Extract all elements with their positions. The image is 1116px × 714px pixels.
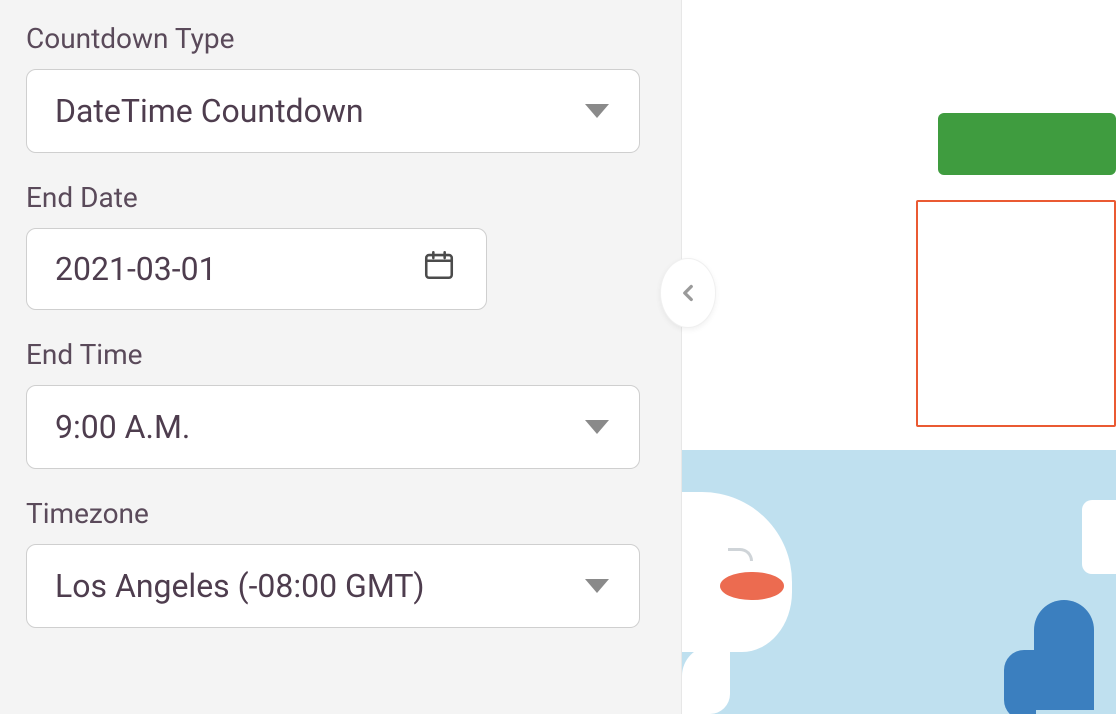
label-countdown-type: Countdown Type xyxy=(26,22,655,55)
timezone-select[interactable]: Los Angeles (-08:00 GMT) xyxy=(26,544,640,628)
illustration-character-body xyxy=(682,646,730,714)
field-timezone: Timezone Los Angeles (-08:00 GMT) xyxy=(26,497,655,628)
calendar-icon xyxy=(422,248,456,290)
chevron-down-icon xyxy=(585,420,609,434)
preview-green-button[interactable] xyxy=(938,113,1116,175)
settings-sidebar: Countdown Type DateTime Countdown End Da… xyxy=(0,0,682,714)
chevron-down-icon xyxy=(585,579,609,593)
countdown-type-select[interactable]: DateTime Countdown xyxy=(26,69,640,153)
chevron-left-icon xyxy=(675,280,701,306)
end-time-select[interactable]: 9:00 A.M. xyxy=(26,385,640,469)
end-time-value: 9:00 A.M. xyxy=(55,408,190,446)
label-timezone: Timezone xyxy=(26,497,655,530)
illustration-shape xyxy=(1082,500,1116,574)
preview-illustration xyxy=(682,450,1116,714)
field-countdown-type: Countdown Type DateTime Countdown xyxy=(26,22,655,153)
illustration-person xyxy=(1034,600,1094,710)
label-end-date: End Date xyxy=(26,181,655,214)
sidebar-collapse-button[interactable] xyxy=(660,258,716,328)
field-end-date: End Date 2021-03-01 xyxy=(26,181,655,310)
label-end-time: End Time xyxy=(26,338,655,371)
countdown-type-value: DateTime Countdown xyxy=(55,92,364,130)
field-end-time: End Time 9:00 A.M. xyxy=(26,338,655,469)
illustration-character xyxy=(682,492,792,652)
end-date-value: 2021-03-01 xyxy=(55,250,217,288)
preview-selected-element[interactable] xyxy=(916,200,1116,427)
chevron-down-icon xyxy=(585,104,609,118)
timezone-value: Los Angeles (-08:00 GMT) xyxy=(55,567,425,605)
end-date-input[interactable]: 2021-03-01 xyxy=(26,228,487,310)
